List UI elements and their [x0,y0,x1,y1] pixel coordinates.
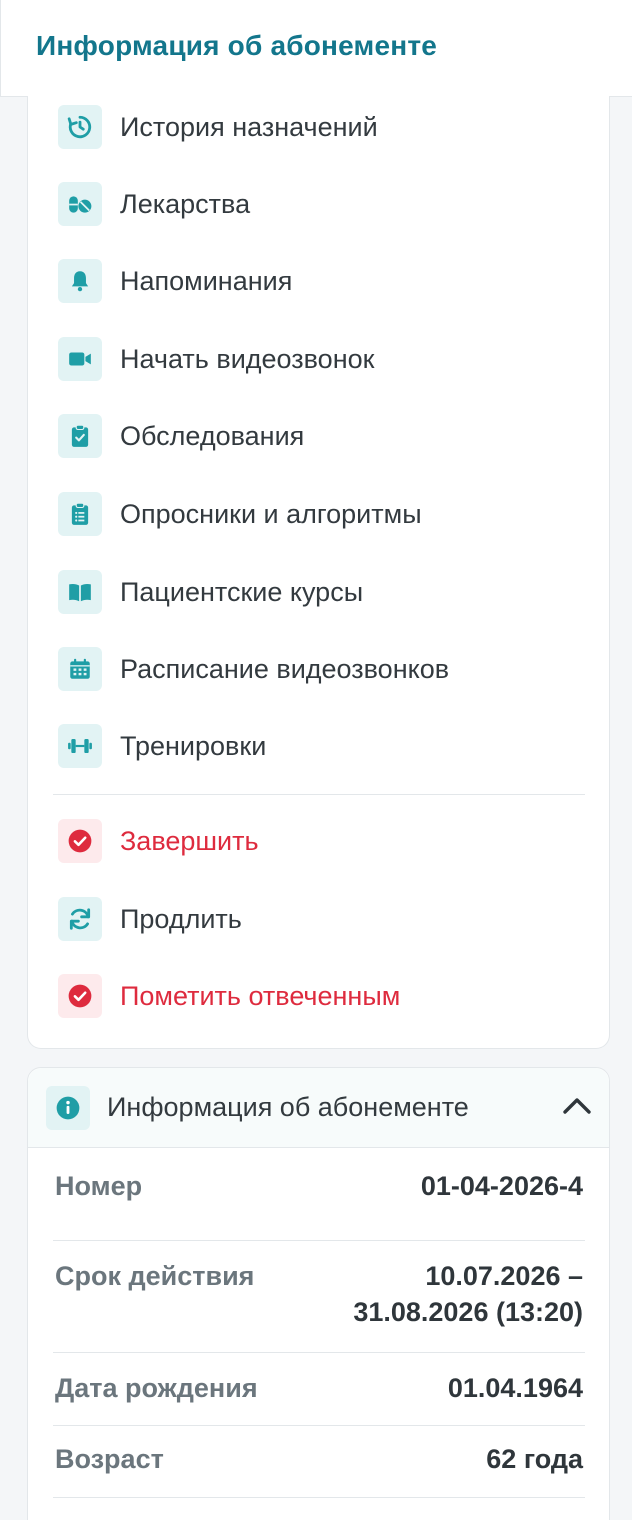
menu-item-label: История назначений [120,111,378,142]
calendar-icon [58,647,102,691]
page-title: Информация об абонементе [36,30,438,61]
info-value-line: 01.04.1964 [447,1373,583,1403]
clipboard-list-icon [58,492,102,536]
menu-item-video-call-schedule[interactable]: Расписание видеозвонков [58,646,578,692]
menu-item-reminders[interactable]: Напоминания [58,258,578,304]
menu-item-label: Опросники и алгоритмы [120,498,422,529]
menu-item-examinations[interactable]: Обследования [58,413,578,459]
menu-item-label: Тренировки [120,730,267,761]
info-value-line: 62 года [486,1444,583,1474]
extend-button[interactable]: Продлить [58,896,578,942]
menu-item-label: Напоминания [120,265,293,296]
menu-item-history[interactable]: История назначений [58,104,578,150]
menu-item-label: Расписание видеозвонков [120,653,450,684]
mark-answered-button[interactable]: Пометить отвеченным [58,973,578,1019]
menu-item-medications[interactable]: Лекарства [58,181,578,227]
info-value: 01-04-2026-4 [421,1168,583,1204]
pills-icon [58,182,102,226]
chevron-up-icon [563,1098,591,1114]
subscription-info-toggle[interactable]: Информация об абонементе [28,1068,609,1148]
page: Информация об абонементе История назначе… [0,0,632,1520]
menu-item-patient-courses[interactable]: Пациентские курсы [58,569,578,615]
menu-item-start-video-call[interactable]: Начать видеозвонок [58,336,578,382]
menu-item-label: Начать видеозвонок [120,343,375,374]
page-header: Информация об абонементе [0,0,632,97]
clipboard-check-icon [58,414,102,458]
menu-item-workouts[interactable]: Тренировки [58,723,578,769]
subscription-menu: История назначений Лекарства Напоминания… [27,96,610,1049]
info-label: Номер [55,1171,143,1201]
mark-answered-label: Пометить отвеченным [120,980,401,1011]
subscription-info-panel: Информация об абонементе Номер 01-04-202… [27,1067,610,1520]
info-label: Возраст [55,1444,164,1474]
check-circle-icon [58,819,102,863]
info-value: 01.04.1964 [448,1370,583,1406]
info-value-line: 31.08.2026 (13:20) [353,1297,583,1327]
info-value: 10.07.2026 – 31.08.2026 (13:20) [353,1258,583,1330]
menu-item-label: Пациентские курсы [120,576,364,607]
info-row-birthdate: Дата рождения 01.04.1964 [53,1370,585,1426]
dumbbell-icon [58,724,102,768]
book-open-icon [58,570,102,614]
finish-label: Завершить [120,825,259,856]
finish-button[interactable]: Завершить [58,818,578,864]
extend-label: Продлить [120,903,242,934]
info-icon [46,1086,90,1130]
menu-item-label: Лекарства [120,188,251,219]
menu-item-label: Обследования [120,420,305,451]
info-label: Срок действия [55,1261,255,1291]
info-row-validity: Срок действия 10.07.2026 – 31.08.2026 (13… [53,1258,585,1353]
bell-icon [58,259,102,303]
info-value-line: 10.07.2026 – [425,1261,583,1291]
video-camera-icon [58,337,102,381]
check-circle-icon [58,974,102,1018]
info-value-line: 01-04-2026-4 [420,1171,583,1201]
info-value: 62 года [486,1441,583,1477]
subscription-info-title: Информация об абонементе [107,1092,469,1122]
history-icon [58,105,102,149]
info-label: Дата рождения [55,1373,258,1403]
menu-item-questionnaires[interactable]: Опросники и алгоритмы [58,491,578,537]
info-row-number: Номер 01-04-2026-4 [53,1168,585,1241]
refresh-icon [58,897,102,941]
menu-divider [53,794,585,795]
info-row-age: Возраст 62 года [53,1441,585,1498]
